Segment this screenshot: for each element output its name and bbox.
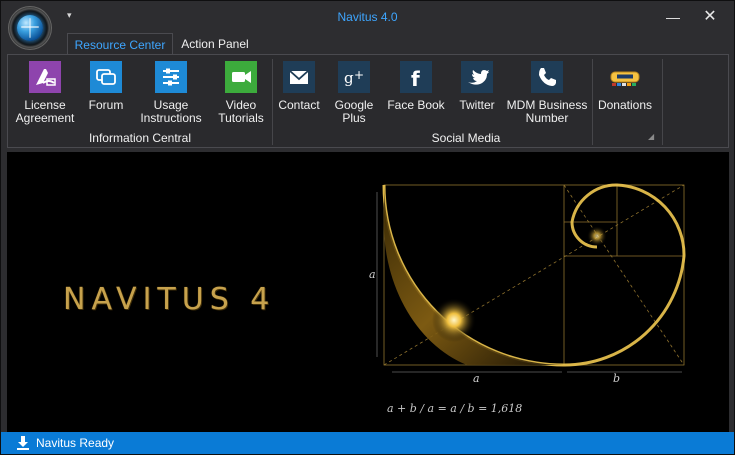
application-menu-button[interactable] <box>8 6 52 50</box>
status-bar: Navitus Ready <box>1 432 734 454</box>
status-text: Navitus Ready <box>36 436 115 450</box>
button-label-line2: Plus <box>342 111 366 125</box>
facebook-icon: f <box>400 61 432 93</box>
button-label-line1: Video <box>225 98 257 112</box>
button-label-line1: Twitter <box>459 98 495 112</box>
group-label-social-media: Social Media <box>431 131 501 145</box>
ribbon-panel: License Agreement Forum Usage Instructio… <box>7 54 729 148</box>
tab-resource-center[interactable]: Resource Center <box>67 33 173 55</box>
paypal-donate-icon <box>609 61 641 93</box>
svg-text:+: + <box>354 68 364 82</box>
svg-text:g: g <box>344 69 354 87</box>
ribbon-tabs: Resource Center Action Panel <box>1 33 734 55</box>
google-plus-button[interactable]: g + Google Plus <box>334 61 374 125</box>
group-label-information-central: Information Central <box>88 131 192 145</box>
envelope-icon <box>283 61 315 93</box>
app-window: ▾ Navitus 4.0 — ✕ Resource Center Action… <box>0 0 735 455</box>
button-label-line1: License <box>24 98 66 112</box>
golden-ratio-formula: a + b / a = a / b = 1,618 <box>387 402 523 415</box>
download-icon <box>15 435 31 451</box>
mdm-business-number-button[interactable]: MDM Business Number <box>506 61 588 125</box>
chat-bubbles-icon <box>90 61 122 93</box>
twitter-button[interactable]: Twitter <box>456 61 498 112</box>
axis-label-b-bottom: b <box>613 372 620 385</box>
google-plus-icon: g + <box>338 61 370 93</box>
forum-button[interactable]: Forum <box>86 61 126 112</box>
dialog-launcher-icon[interactable]: ◢ <box>648 133 656 141</box>
button-label-line1: Google <box>334 98 374 112</box>
video-tutorials-button[interactable]: Video Tutorials <box>212 61 270 125</box>
button-label-line1: Face Book <box>387 98 445 112</box>
license-icon <box>29 61 61 93</box>
button-label-line1: Usage <box>153 98 189 112</box>
button-label-line1: Donations <box>597 98 653 112</box>
title-bar: ▾ Navitus 4.0 — ✕ <box>1 1 734 50</box>
contact-button[interactable]: Contact <box>276 61 322 112</box>
minimize-button[interactable]: — <box>661 7 685 27</box>
sliders-icon <box>155 61 187 93</box>
group-separator <box>662 59 663 145</box>
button-label-line1: Contact <box>278 98 320 112</box>
golden-ratio-artwork: a a b <box>369 183 686 385</box>
usage-instructions-button[interactable]: Usage Instructions <box>138 61 204 125</box>
video-camera-icon <box>225 61 257 93</box>
group-separator <box>272 59 273 145</box>
splash-banner: NAVITUS 4 a a b a + b / a = a / b = 1,61… <box>7 152 729 432</box>
button-label-line1: Forum <box>88 98 124 112</box>
button-label-line1: MDM Business <box>506 98 588 112</box>
button-label-line2: Tutorials <box>218 111 264 125</box>
tab-action-panel[interactable]: Action Panel <box>175 33 255 55</box>
twitter-icon <box>461 61 493 93</box>
button-label-line2: Agreement <box>15 111 75 125</box>
axis-label-a-bottom: a <box>473 372 480 385</box>
button-label-line2: Instructions <box>140 111 202 125</box>
close-button[interactable]: ✕ <box>698 7 722 27</box>
axis-label-a-left: a <box>369 268 376 281</box>
svg-text:f: f <box>411 67 420 91</box>
button-label-line2: Number <box>525 111 569 125</box>
donations-button[interactable]: Donations <box>596 61 654 112</box>
phone-icon <box>531 61 563 93</box>
globe-icon <box>17 15 43 41</box>
window-title: Navitus 4.0 <box>337 10 398 24</box>
facebook-button[interactable]: f Face Book <box>386 61 446 112</box>
license-agreement-button[interactable]: License Agreement <box>10 61 80 125</box>
